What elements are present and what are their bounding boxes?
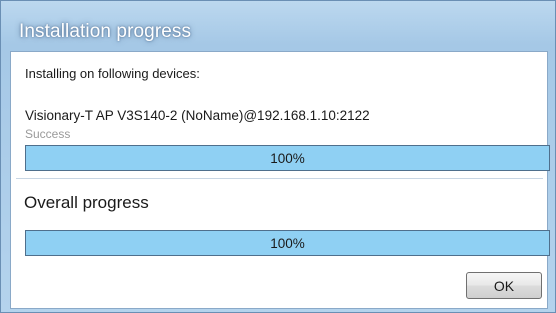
overall-progress-label: Overall progress — [24, 193, 149, 212]
separator — [16, 178, 543, 179]
device-progress-bar: 100% — [25, 145, 550, 171]
overall-progress-text: 100% — [270, 235, 305, 251]
device-progress-text: 100% — [270, 150, 305, 166]
devices-label: Installing on following devices: — [25, 66, 200, 81]
ok-button[interactable]: OK — [466, 272, 542, 299]
window-title: Installation progress — [19, 21, 192, 42]
device-status: Success — [25, 127, 71, 141]
installation-progress-dialog: Installation progress Installing on foll… — [0, 0, 556, 313]
overall-progress-bar: 100% — [25, 230, 550, 256]
dialog-content: Installing on following devices: Visiona… — [10, 51, 550, 309]
device-name: Visionary-T AP V3S140-2 (NoName)@192.168… — [25, 108, 370, 123]
title-bar[interactable]: Installation progress — [1, 1, 555, 49]
